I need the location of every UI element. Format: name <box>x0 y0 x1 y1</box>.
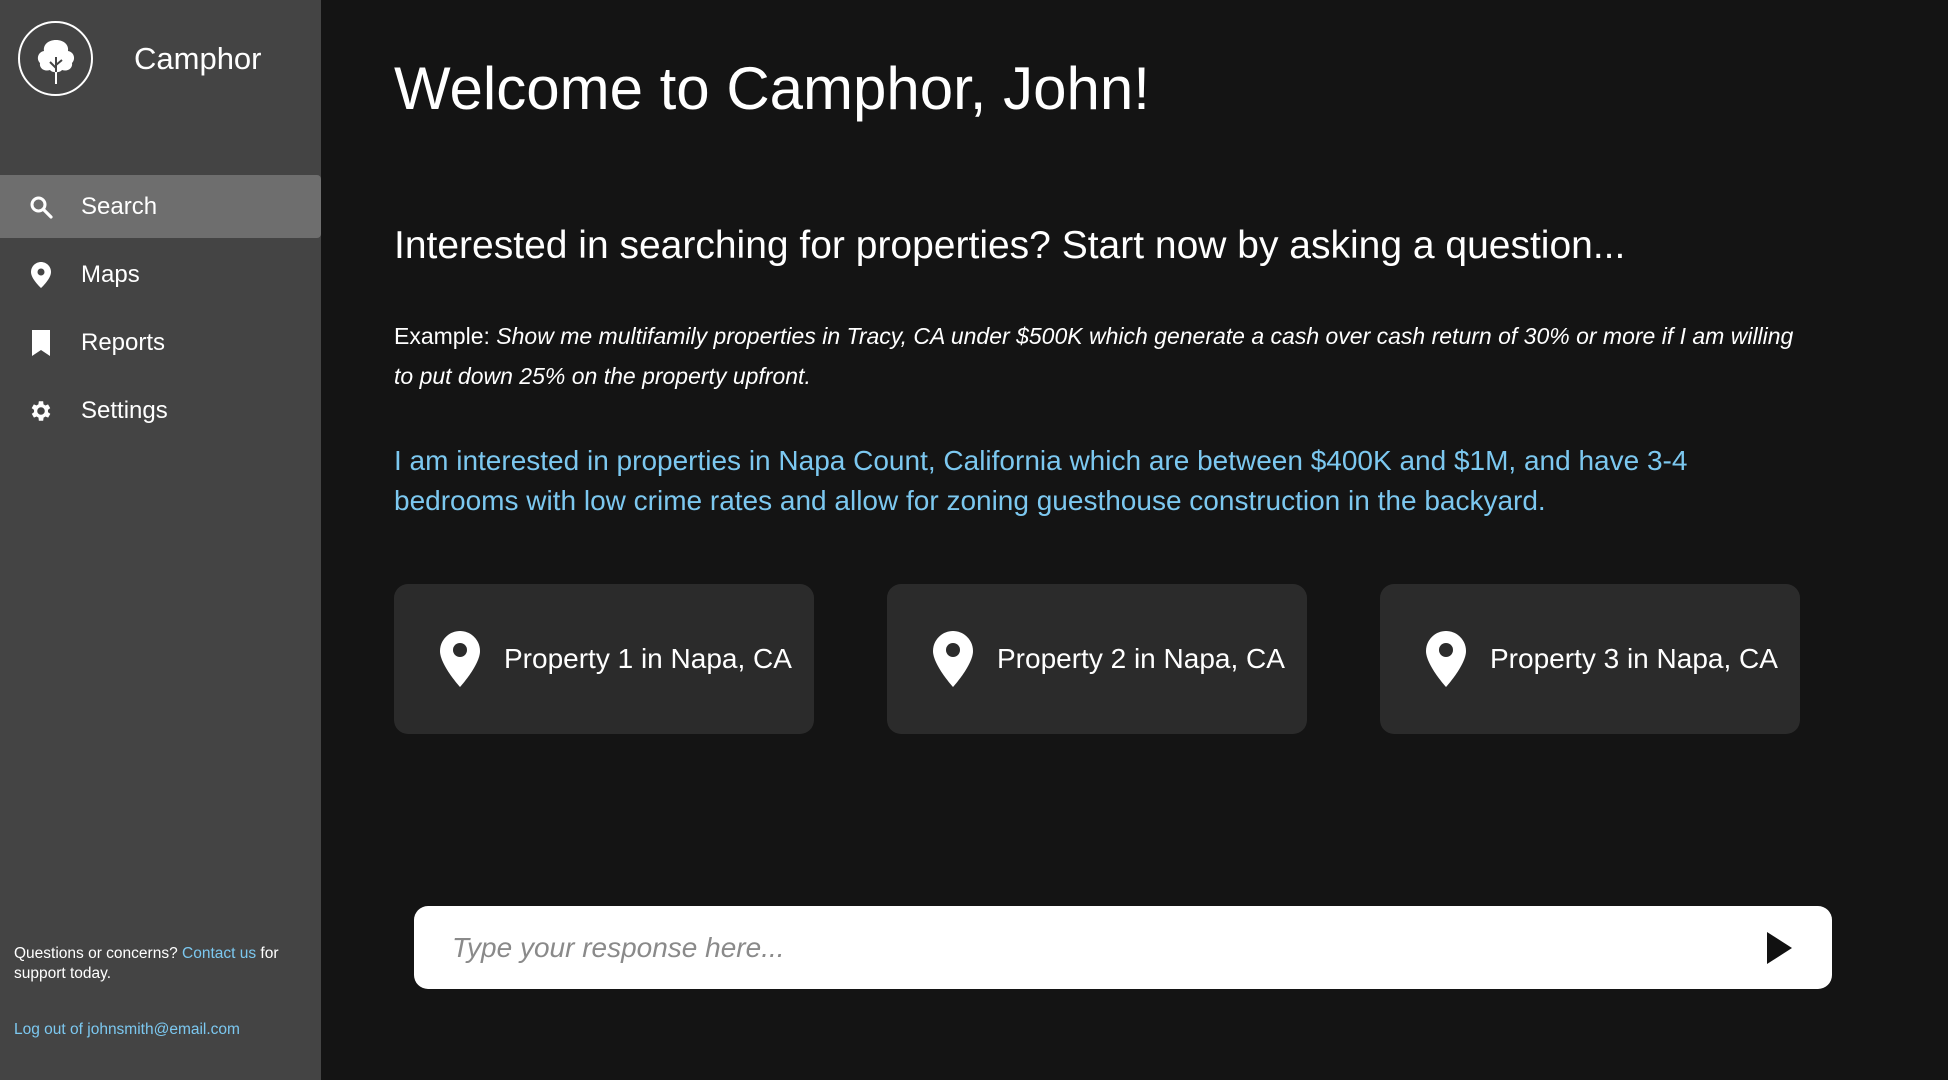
app-window: Camphor Search Maps Reports Settings Que… <box>0 0 1948 1080</box>
page-title: Welcome to Camphor, John! <box>394 55 1150 122</box>
property-card-2[interactable]: Property 2 in Napa, CA <box>887 584 1307 734</box>
property-card-3[interactable]: Property 3 in Napa, CA <box>1380 584 1800 734</box>
sidebar-item-label: Reports <box>81 328 166 356</box>
sidebar-nav: Search Maps Reports Settings <box>0 175 321 447</box>
map-pin-icon <box>28 261 54 288</box>
sidebar-item-label: Settings <box>81 396 168 424</box>
sidebar-item-maps[interactable]: Maps <box>0 243 321 306</box>
support-text: Questions or concerns? Contact us for su… <box>14 944 304 984</box>
sidebar-item-reports[interactable]: Reports <box>0 311 321 374</box>
bookmark-icon <box>28 329 54 356</box>
example-label: Example: <box>394 323 497 349</box>
response-input-bar <box>414 906 1832 989</box>
property-card-label: Property 1 in Napa, CA <box>504 643 792 674</box>
search-icon <box>28 194 54 220</box>
property-card-1[interactable]: Property 1 in Napa, CA <box>394 584 814 734</box>
property-card-label: Property 2 in Napa, CA <box>997 643 1285 674</box>
brand[interactable]: Camphor <box>18 21 262 96</box>
sidebar-item-settings[interactable]: Settings <box>0 379 321 442</box>
response-input[interactable] <box>414 906 1756 989</box>
support-prefix: Questions or concerns? <box>14 945 183 962</box>
sidebar: Camphor Search Maps Reports Settings Que… <box>0 0 321 1080</box>
map-pin-icon <box>1426 631 1466 687</box>
brand-name: Camphor <box>134 40 262 76</box>
contact-us-link[interactable]: Contact us <box>182 945 256 962</box>
sidebar-item-search[interactable]: Search <box>0 175 321 238</box>
property-cards: Property 1 in Napa, CA Property 2 in Nap… <box>394 584 1800 734</box>
map-pin-icon <box>933 631 973 687</box>
logout-link[interactable]: Log out of johnsmith@email.com <box>14 1021 240 1039</box>
send-button[interactable] <box>1756 925 1802 971</box>
map-pin-icon <box>440 631 480 687</box>
gear-icon <box>28 398 54 424</box>
user-query-message: I am interested in properties in Napa Co… <box>394 445 1688 516</box>
property-card-label: Property 3 in Napa, CA <box>1490 643 1778 674</box>
play-send-icon <box>1767 931 1792 964</box>
prompt-heading: Interested in searching for properties? … <box>394 224 1626 267</box>
tree-logo-icon[interactable] <box>18 21 93 96</box>
example-text: Example: Show me multifamily properties … <box>394 316 1814 396</box>
sidebar-item-label: Maps <box>81 260 140 288</box>
example-query: Show me multifamily properties in Tracy,… <box>394 323 1794 389</box>
sidebar-item-label: Search <box>81 192 158 220</box>
